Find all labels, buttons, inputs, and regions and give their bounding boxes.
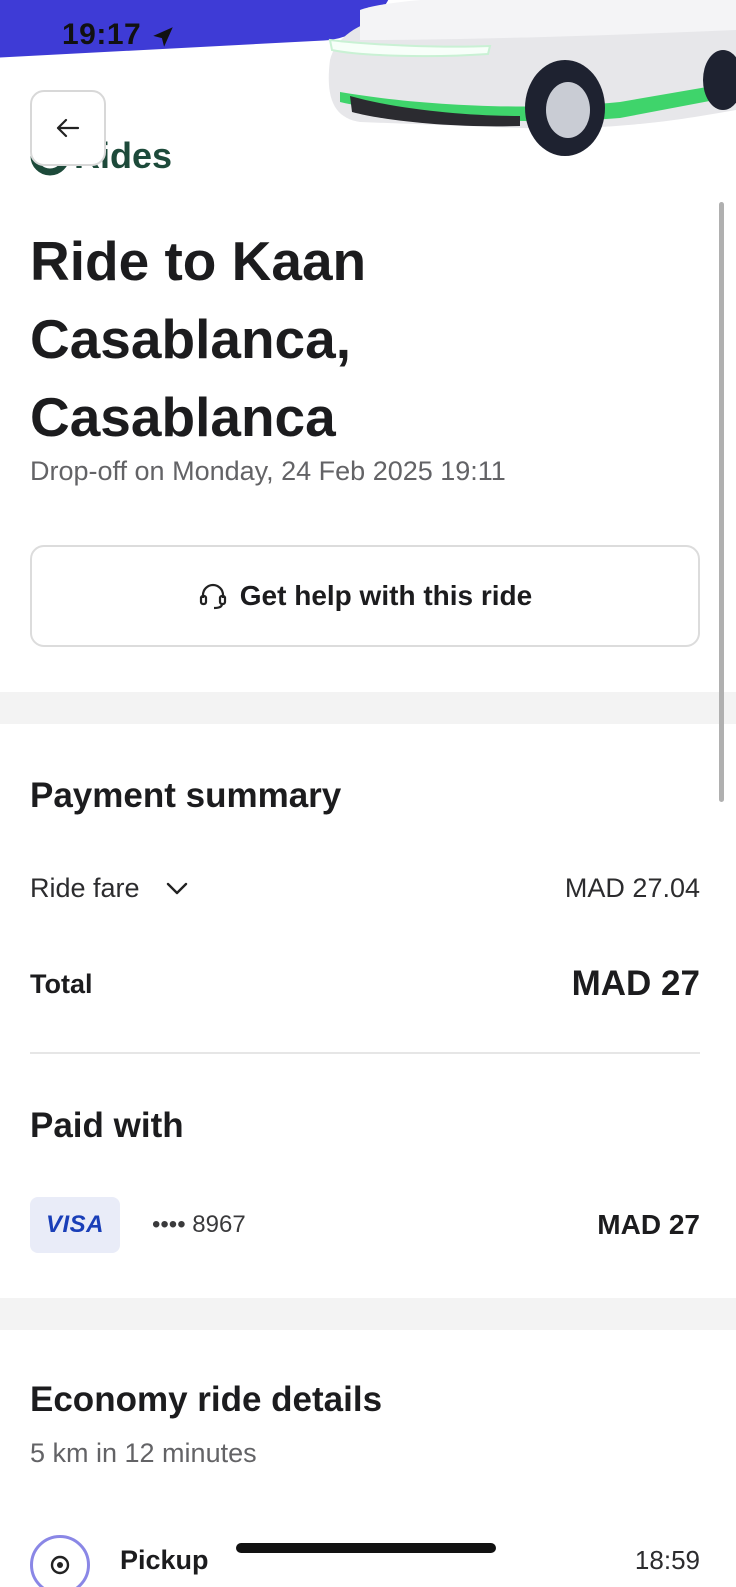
pickup-time: 18:59: [634, 1545, 700, 1575]
payment-summary-heading: Payment summary: [30, 776, 342, 815]
location-arrow-icon: [153, 27, 173, 47]
arrow-left-icon: [56, 118, 80, 138]
get-help-button[interactable]: Get help with this ride: [30, 545, 700, 647]
total-row: Total MAD 27: [30, 960, 700, 1008]
ride-details-heading: Economy ride details: [30, 1380, 383, 1419]
card-brand-label: VISA: [45, 1211, 104, 1238]
ride-details-subtitle: 5 km in 12 minutes: [30, 1438, 257, 1468]
card-number: •••• 8967: [152, 1211, 246, 1238]
drop-off-subtitle: Drop-off on Monday, 24 Feb 2025 19:11: [30, 456, 506, 486]
get-help-label: Get help with this ride: [239, 580, 533, 611]
section-separator: [0, 692, 736, 724]
status-time: 19:17: [62, 18, 142, 51]
ride-fare-row[interactable]: Ride fare MAD 27.04: [30, 868, 700, 908]
total-value: MAD 27: [571, 964, 700, 1003]
ride-fare-value: MAD 27.04: [564, 872, 700, 903]
pickup-label: Pickup: [120, 1545, 209, 1575]
paid-amount: MAD 27: [597, 1209, 700, 1240]
pickup-marker-icon: [30, 1535, 90, 1587]
ride-fare-label: Ride fare: [30, 872, 140, 903]
paid-with-heading: Paid with: [30, 1106, 184, 1145]
total-label: Total: [30, 968, 93, 999]
section-separator: [0, 1298, 736, 1330]
divider: [30, 1052, 700, 1054]
headset-icon: [199, 583, 226, 610]
car-illustration: [328, 0, 736, 156]
visa-card-icon: VISA: [30, 1197, 120, 1253]
page-title: Ride to Kaan Casablanca, Casablanca: [30, 230, 367, 448]
payment-method-row: VISA •••• 8967 MAD 27: [30, 1197, 700, 1253]
scrollbar[interactable]: [719, 202, 724, 802]
home-indicator[interactable]: [236, 1543, 496, 1553]
chevron-down-icon[interactable]: [164, 875, 190, 901]
back-button[interactable]: [30, 90, 106, 166]
